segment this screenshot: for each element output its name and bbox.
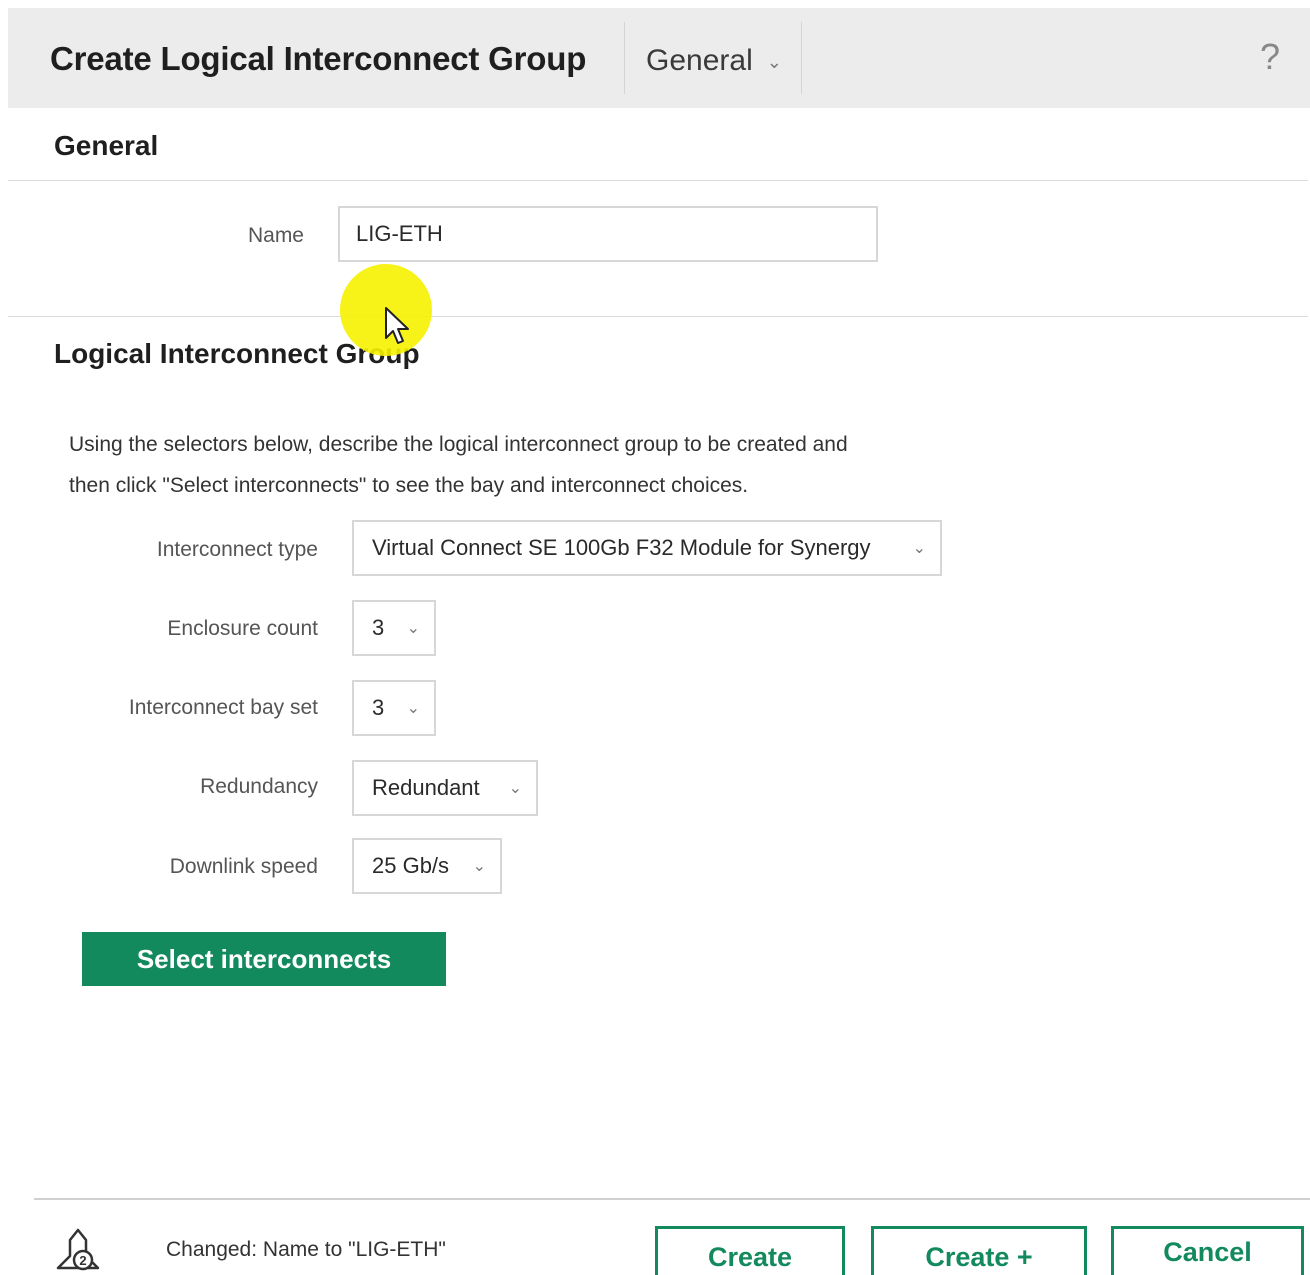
- description-line: Using the selectors below, describe the …: [69, 433, 848, 456]
- mouse-pointer-icon: [385, 307, 409, 344]
- bay-set-label: Interconnect bay set: [128, 696, 318, 719]
- footer-status: Changed: Name to "LIG-ETH": [166, 1238, 446, 1261]
- downlink-speed-value: 25 Gb/s: [372, 853, 450, 878]
- help-icon[interactable]: ?: [1260, 36, 1280, 78]
- general-heading: General: [54, 130, 159, 161]
- bay-set-select[interactable]: 3 ⌄: [352, 680, 436, 736]
- chevron-down-icon: ⌄: [406, 700, 420, 717]
- header-divider: [801, 22, 802, 94]
- interconnect-type-select[interactable]: Virtual Connect SE 100Gb F32 Module for …: [352, 520, 942, 576]
- cancel-button[interactable]: Cancel: [1111, 1226, 1304, 1275]
- redundancy-value: Redundant: [372, 775, 480, 800]
- view-selector-label: General: [646, 44, 753, 77]
- chevron-down-icon: ⌄: [508, 780, 522, 797]
- footer-divider: [34, 1198, 1310, 1200]
- chevron-down-icon: ⌄: [912, 540, 926, 557]
- interconnect-type-label: Interconnect type: [156, 538, 318, 561]
- view-selector[interactable]: General ⌄: [646, 44, 782, 78]
- downlink-speed-label: Downlink speed: [169, 855, 318, 878]
- lig-description: Using the selectors below, describe the …: [69, 424, 969, 506]
- page-title: Create Logical Interconnect Group: [50, 40, 587, 77]
- chevron-down-icon: ⌄: [766, 51, 782, 72]
- enclosure-count-select[interactable]: 3 ⌄: [352, 600, 436, 656]
- dialog-header: Create Logical Interconnect Group Genera…: [8, 8, 1310, 108]
- name-label: Name: [247, 224, 304, 247]
- redundancy-label: Redundancy: [200, 775, 318, 798]
- chevron-down-icon: ⌄: [406, 620, 420, 637]
- divider: [8, 316, 1308, 317]
- select-interconnects-button[interactable]: Select interconnects: [82, 932, 446, 986]
- enclosure-count-label: Enclosure count: [167, 617, 318, 640]
- interconnect-type-value: Virtual Connect SE 100Gb F32 Module for …: [372, 535, 871, 560]
- notification-icon[interactable]: 2: [52, 1226, 104, 1274]
- bay-set-value: 3: [372, 695, 385, 720]
- create-plus-button[interactable]: Create +: [871, 1226, 1087, 1275]
- notification-count: 2: [79, 1253, 86, 1268]
- create-button[interactable]: Create: [655, 1226, 845, 1275]
- description-line: then click "Select interconnects" to see…: [69, 474, 749, 497]
- redundancy-select[interactable]: Redundant ⌄: [352, 760, 538, 816]
- downlink-speed-select[interactable]: 25 Gb/s ⌄: [352, 838, 502, 894]
- divider: [8, 180, 1308, 181]
- header-divider: [624, 22, 625, 94]
- enclosure-count-value: 3: [372, 615, 385, 640]
- chevron-down-icon: ⌄: [472, 858, 486, 875]
- name-input[interactable]: [338, 206, 878, 262]
- create-lig-dialog: Create Logical Interconnect Group Genera…: [0, 0, 1310, 1275]
